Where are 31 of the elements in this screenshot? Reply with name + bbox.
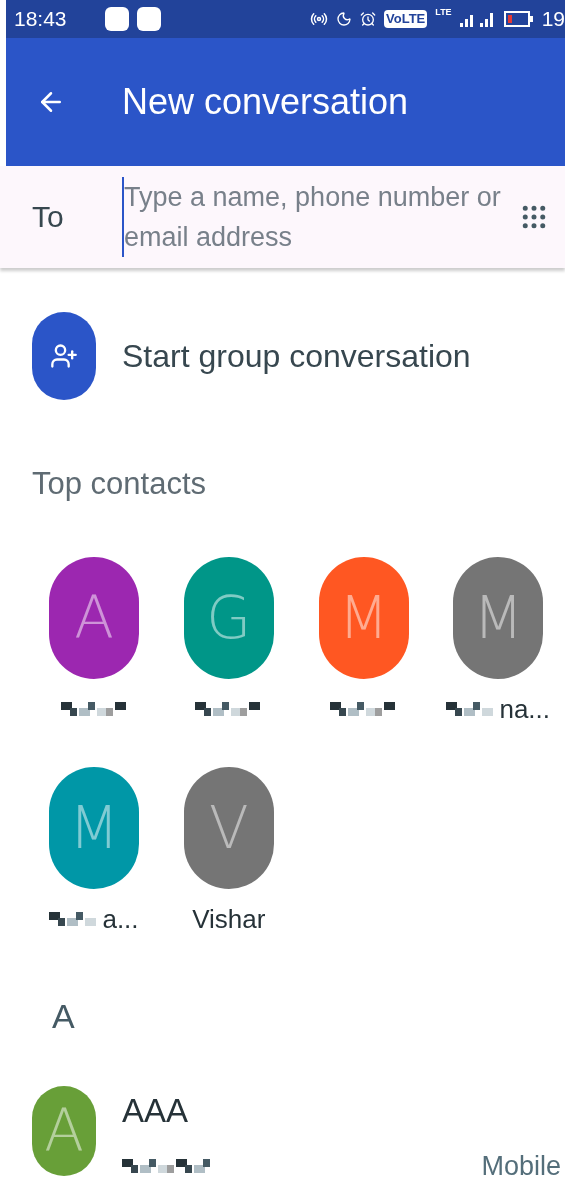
contact-avatar[interactable]: A [32,1086,96,1176]
contact-avatar[interactable]: A [49,557,139,679]
alphabet-header: A [51,996,76,1037]
contact-row[interactable]: A AAA Mobile [0,1086,565,1186]
contact-avatar[interactable]: M [318,557,409,679]
status-time: 18:43 [14,6,67,33]
alarm-icon [360,11,377,27]
notification-icon [104,7,129,31]
recipient-field[interactable]: Type a name, phone number or email address [122,176,507,257]
battery-percent: 19 [541,6,565,33]
start-group-button[interactable]: Start group conversation [0,311,565,400]
battery-icon [503,10,534,28]
contact-name: a... [102,902,139,936]
volte-badge: VoLTE [384,10,428,28]
hotspot-icon [310,10,329,28]
contact-name: AAA [122,1091,190,1131]
notification-icon [136,7,161,31]
screen-title: New conversation [122,80,409,124]
start-group-label: Start group conversation [122,336,471,376]
to-label: To [32,199,65,236]
phone-type: Mobile [481,1149,561,1183]
moon-icon [336,11,353,27]
contact-avatar[interactable]: M [49,767,139,889]
contact-avatar[interactable]: G [183,557,274,679]
contact-avatar[interactable]: V [183,767,274,889]
contact-avatar[interactable]: M [453,557,544,679]
section-heading: Top contacts [31,464,208,503]
contact-name: Vishar [192,902,266,936]
contact-name: na... [499,692,551,726]
group-icon [32,311,96,400]
network-type: LTE [435,6,452,19]
